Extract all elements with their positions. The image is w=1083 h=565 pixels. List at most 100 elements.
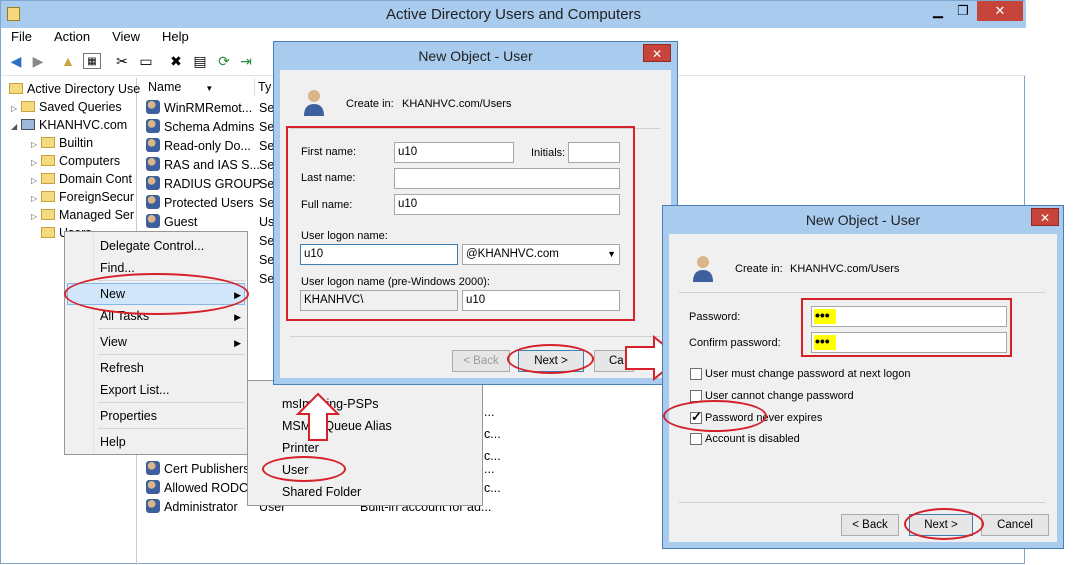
tree-item-domain-controllers[interactable]: ▷ Domain Cont <box>31 170 132 188</box>
tree-root-label: Active Directory Use <box>27 82 141 96</box>
column-header-name-label: Name <box>148 80 182 94</box>
group-icon <box>146 100 160 114</box>
window-title: Active Directory Users and Computers <box>385 6 642 23</box>
tree-label: Computers <box>59 154 121 168</box>
submenu-item-shared-folder[interactable]: Shared Folder <box>282 482 361 502</box>
divider <box>679 292 1045 293</box>
menu-help[interactable]: Help <box>162 29 189 44</box>
expand-icon[interactable]: ▷ <box>31 208 41 226</box>
tree-item-saved-queries[interactable]: ▷ Saved Queries <box>11 98 122 116</box>
row-type: Se <box>259 158 275 172</box>
menu-separator <box>98 428 245 429</box>
copy-icon[interactable]: ▭ <box>137 53 155 69</box>
tree-root[interactable]: Active Directory Use <box>9 80 140 98</box>
list-row[interactable]: Protected Users <box>146 194 254 213</box>
group-icon <box>146 138 160 152</box>
tree-item-computers[interactable]: ▷ Computers <box>31 152 120 170</box>
group-icon <box>146 157 160 171</box>
disabled-checkbox[interactable] <box>690 433 702 445</box>
group-icon <box>146 461 160 475</box>
row-desc: ... <box>484 405 495 419</box>
restore-button[interactable]: ❐ <box>952 1 974 21</box>
menu-separator <box>98 354 245 355</box>
dialog-close-button[interactable]: ✕ <box>1031 208 1059 226</box>
close-button[interactable]: ✕ <box>977 1 1023 21</box>
user-icon <box>146 499 160 513</box>
row-name: Read-only Do... <box>164 139 251 153</box>
dialog-title: New Object - User <box>805 212 921 228</box>
menu-separator <box>98 402 245 403</box>
dialog-title: New Object - User <box>418 48 533 64</box>
submenu-arrow-icon: ▶ <box>234 312 241 322</box>
row-desc: c... <box>484 427 501 441</box>
list-row[interactable]: Read-only Do... <box>146 137 251 156</box>
column-header-name[interactable]: Name ▼ <box>148 80 213 94</box>
divider <box>679 502 1045 503</box>
row-name: Guest <box>164 215 198 229</box>
delete-icon[interactable]: ✖ <box>167 53 185 69</box>
tree-item-foreign-security[interactable]: ▷ ForeignSecur <box>31 188 134 206</box>
tree-item-builtin[interactable]: ▷ Builtin <box>31 134 93 152</box>
menu-view[interactable]: View <box>112 29 140 44</box>
annotation-oval-next-1 <box>507 344 594 374</box>
menu-item-refresh[interactable]: Refresh <box>100 358 144 378</box>
menu-item-properties[interactable]: Properties <box>100 406 157 426</box>
annotation-oval-next-2 <box>904 508 984 540</box>
row-name: Administrator <box>164 500 238 514</box>
folder-icon <box>41 155 55 166</box>
must-change-label: User must change password at next logon <box>705 368 911 380</box>
dialog-body: Create in: KHANHVC.com/Users Password: •… <box>669 234 1057 542</box>
list-row[interactable]: Administrator <box>146 498 238 517</box>
domain-icon <box>21 119 35 130</box>
row-type: Se <box>259 253 275 267</box>
row-type: Se <box>259 177 275 191</box>
row-name: Allowed RODC... <box>164 481 259 495</box>
menu-item-delegate[interactable]: Delegate Control... <box>100 236 204 256</box>
annotation-oval-new <box>64 273 249 315</box>
sort-arrow-icon: ▼ <box>205 84 214 93</box>
minimize-button[interactable]: ▁ <box>927 1 949 21</box>
tree-label: Builtin <box>59 136 94 150</box>
list-row[interactable]: WinRMRemot... <box>146 99 252 118</box>
list-row[interactable]: Guest <box>146 213 197 232</box>
menu-item-export[interactable]: Export List... <box>100 380 169 400</box>
folder-icon <box>21 101 35 112</box>
list-row[interactable]: Schema Admins <box>146 118 254 137</box>
menu-action[interactable]: Action <box>54 29 90 44</box>
folder-icon <box>41 209 55 220</box>
group-icon <box>146 480 160 494</box>
folder-icon <box>41 227 55 238</box>
refresh-icon[interactable]: ⟳ <box>215 53 233 69</box>
forward-arrow-icon[interactable]: ▶ <box>29 53 47 69</box>
properties-icon[interactable]: ▤ <box>191 53 209 69</box>
row-type: Se <box>259 272 275 286</box>
show-tree-icon[interactable]: ▦ <box>83 53 101 69</box>
tree-label: Saved Queries <box>39 100 122 114</box>
cut-icon[interactable]: ✂ <box>113 53 131 69</box>
back-arrow-icon[interactable]: ◀ <box>7 53 25 69</box>
collapse-icon[interactable]: ◢ <box>11 118 21 136</box>
back-button[interactable]: < Back <box>452 350 510 372</box>
row-name: WinRMRemot... <box>164 101 253 115</box>
create-in-value: KHANHVC.com/Users <box>790 263 900 275</box>
up-folder-icon[interactable]: ▲ <box>59 53 77 69</box>
column-header-type[interactable]: Ty <box>258 80 271 94</box>
export-icon[interactable]: ⇥ <box>237 53 255 69</box>
row-name: Protected Users <box>164 196 254 210</box>
tree-item-managed-service[interactable]: ▷ Managed Ser <box>31 206 134 224</box>
dialog-close-button[interactable]: ✕ <box>643 44 671 62</box>
row-type: Se <box>259 234 275 248</box>
menu-item-help[interactable]: Help <box>100 432 126 452</box>
list-row[interactable]: Cert Publishers <box>146 460 249 479</box>
row-type: Se <box>259 196 275 210</box>
list-row[interactable]: RAS and IAS S... <box>146 156 260 175</box>
menu-item-view[interactable]: View <box>100 332 127 352</box>
must-change-checkbox[interactable] <box>690 368 702 380</box>
list-row[interactable]: Allowed RODC... <box>146 479 258 498</box>
list-row[interactable]: RADIUS GROUP <box>146 175 261 194</box>
create-in-label: Create in: <box>735 263 783 275</box>
tree-item-domain[interactable]: ◢ KHANHVC.com <box>11 116 127 134</box>
cancel-button[interactable]: Cancel <box>981 514 1049 536</box>
menu-file[interactable]: File <box>11 29 32 44</box>
back-button[interactable]: < Back <box>841 514 899 536</box>
